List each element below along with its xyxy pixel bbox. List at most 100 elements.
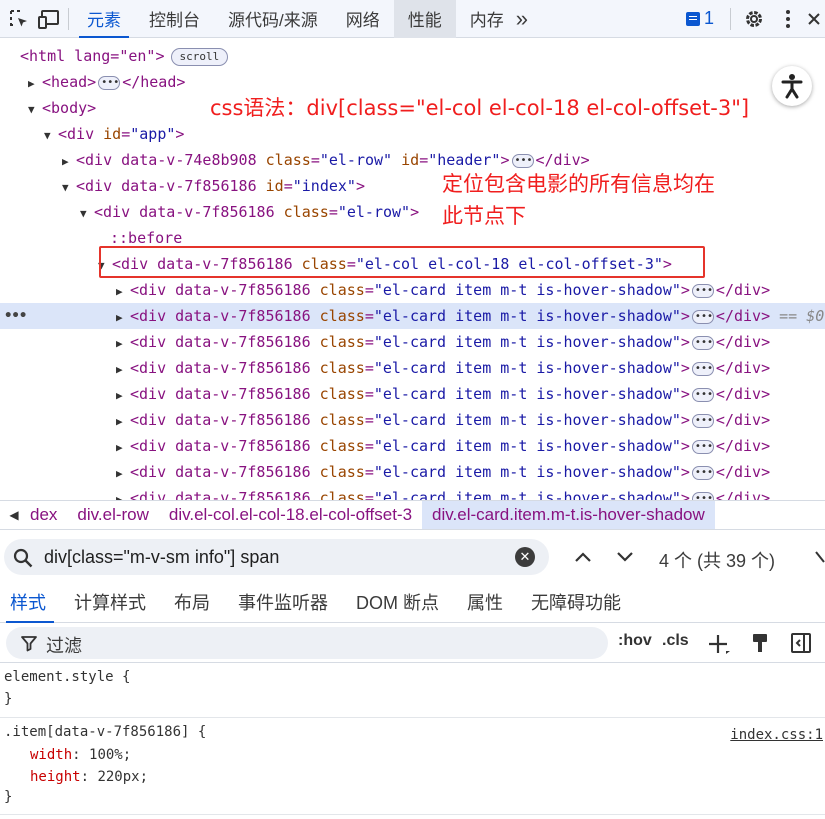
node-actions-icon[interactable]: ••• (4, 303, 27, 329)
breadcrumb: ◀ dex div.el-row div.el-col.el-col-18.el… (0, 500, 825, 530)
expand-triangle-icon[interactable]: ▶ (116, 383, 130, 409)
dom-node-card[interactable]: ▶ <div data-v-7f856186 class="el-card ite… (0, 433, 825, 461)
class-toggle-button[interactable]: .cls (662, 632, 689, 650)
ellipsis-icon[interactable] (691, 304, 714, 330)
dom-node-app[interactable]: ▼ <div id="app"> (0, 121, 825, 147)
accessibility-icon[interactable] (772, 66, 812, 106)
dom-node-card[interactable]: ▶ <div data-v-7f856186 class="el-card ite… (0, 381, 825, 409)
close-search-icon[interactable] (815, 548, 825, 566)
device-toolbar-icon[interactable] (34, 1, 64, 37)
breadcrumb-item[interactable]: div.el-col.el-col-18.el-col-offset-3 (159, 501, 422, 529)
annotation-locate-line2: 此节点下 (442, 204, 526, 228)
tab-layout[interactable]: 布局 (160, 583, 224, 623)
tab-network[interactable]: 网络 (332, 0, 394, 38)
expand-triangle-icon[interactable]: ▶ (116, 409, 130, 435)
dom-search-bar: div[class="m-v-sm info"] span ✕ 4 个 (共 3… (0, 531, 825, 583)
match-count: 4 个 (共 39 个) (659, 551, 776, 571)
rule-close-brace: } (4, 691, 13, 707)
ellipsis-icon[interactable] (511, 148, 534, 174)
annotation-css-syntax: css语法：div[class="el-col el-col-18 el-col… (210, 96, 750, 120)
toolbar-divider (68, 7, 69, 30)
tab-console[interactable]: 控制台 (135, 0, 214, 38)
ellipsis-icon[interactable] (691, 408, 714, 434)
expand-triangle-icon[interactable]: ▶ (116, 435, 130, 461)
dom-node-card[interactable]: ▶ <div data-v-7f856186 class="el-card ite… (0, 355, 825, 383)
dom-node-card[interactable]: ▶ <div data-v-7f856186 class="el-card ite… (0, 459, 825, 487)
search-input[interactable]: div[class="m-v-sm info"] span (44, 547, 279, 568)
filter-icon (21, 636, 37, 652)
tab-dom-breakpoints[interactable]: DOM 断点 (342, 583, 453, 623)
breadcrumb-item-active[interactable]: div.el-card.item.m-t.is-hover-shadow (422, 501, 715, 529)
tab-styles[interactable]: 样式 (0, 583, 60, 623)
expand-triangle-icon[interactable]: ▶ (116, 487, 130, 500)
tab-accessibility[interactable]: 无障碍功能 (517, 583, 635, 623)
item-rule-selector[interactable]: .item[data-v-7f856186] { (4, 724, 206, 740)
ellipsis-icon[interactable] (691, 434, 714, 460)
tab-properties[interactable]: 属性 (453, 583, 517, 623)
ellipsis-icon[interactable] (691, 382, 714, 408)
tab-elements[interactable]: 元素 (73, 0, 135, 38)
ellipsis-icon[interactable] (691, 278, 714, 304)
expand-triangle-icon[interactable]: ▶ (116, 357, 130, 383)
previous-match-icon[interactable] (573, 548, 593, 566)
tab-performance[interactable]: 性能 (393, 0, 456, 38)
dom-node-html[interactable]: <html lang="en"> scroll (0, 43, 825, 69)
search-icon (13, 548, 33, 568)
close-devtools-icon[interactable] (803, 1, 825, 37)
dom-node-card[interactable]: ▶ <div data-v-7f856186 class="el-card ite… (0, 277, 825, 305)
clear-search-icon[interactable]: ✕ (515, 547, 535, 567)
expand-triangle-icon[interactable]: ▶ (116, 305, 130, 331)
scroll-left-icon[interactable]: ◀ (0, 501, 28, 529)
dom-node-row[interactable]: ▼ <div data-v-7f856186 class="el-row"> (0, 199, 825, 225)
collapse-triangle-icon[interactable]: ▼ (28, 97, 42, 123)
tab-memory[interactable]: 内存 (456, 0, 510, 38)
filter-input-box[interactable] (6, 627, 608, 659)
ellipsis-icon[interactable] (691, 330, 714, 356)
collapse-triangle-icon[interactable]: ▼ (62, 175, 76, 201)
breadcrumb-item[interactable]: div.el-row (67, 501, 158, 529)
toggle-sidebar-icon[interactable] (790, 632, 812, 654)
expand-triangle-icon[interactable]: ▶ (116, 331, 130, 357)
filter-input[interactable]: 过滤 (46, 632, 82, 658)
styles-filter-bar: 过滤 :hov .cls (0, 623, 825, 663)
dom-node-card[interactable]: ▶ <div data-v-7f856186 class="el-card ite… (0, 329, 825, 357)
more-tabs-chevron-icon[interactable]: » (510, 0, 534, 38)
tab-event-listeners[interactable]: 事件监听器 (224, 583, 342, 623)
inspect-element-icon[interactable] (4, 1, 34, 37)
ellipsis-icon[interactable] (691, 486, 714, 500)
toolbar-divider (730, 7, 731, 30)
add-rule-icon[interactable] (708, 633, 732, 655)
scroll-badge[interactable]: scroll (170, 47, 229, 66)
element-style-selector[interactable]: element.style { (4, 669, 130, 685)
rule-close-brace: } (4, 789, 13, 805)
dom-node-card[interactable]: ▶ <div data-v-7f856186 class="el-card ite… (0, 407, 825, 435)
expand-triangle-icon[interactable]: ▶ (116, 461, 130, 487)
expand-triangle-icon[interactable]: ▶ (116, 279, 130, 305)
css-declaration[interactable]: height: 220px; (30, 769, 148, 785)
collapse-triangle-icon[interactable]: ▼ (80, 201, 94, 227)
issues-count: 1 (703, 8, 714, 28)
tab-sources[interactable]: 源代码/来源 (214, 0, 332, 38)
more-options-icon[interactable] (773, 1, 803, 37)
highlight-box (99, 246, 705, 278)
settings-gear-icon[interactable] (735, 1, 773, 37)
annotation-locate-line1: 定位包含电影的所有信息均在 (442, 172, 715, 196)
paint-brush-icon[interactable] (750, 632, 770, 654)
ellipsis-icon[interactable] (691, 356, 714, 382)
expand-triangle-icon[interactable]: ▶ (62, 149, 76, 175)
ellipsis-icon[interactable] (98, 70, 121, 96)
tab-computed[interactable]: 计算样式 (60, 583, 160, 623)
issues-button[interactable]: 1 (678, 8, 726, 29)
breadcrumb-item[interactable]: dex (28, 501, 67, 529)
issues-icon (685, 11, 700, 26)
expand-triangle-icon[interactable]: ▶ (28, 71, 42, 97)
ellipsis-icon[interactable] (691, 460, 714, 486)
dom-tree: <html lang="en">scroll ▶<head></head> ▼<… (0, 38, 825, 500)
dom-node-card-selected[interactable]: ••• ▶ <div data-v-7f856186 class="el-card… (0, 303, 825, 331)
stylesheet-source-link[interactable]: index.css:1 (730, 727, 823, 743)
collapse-triangle-icon[interactable]: ▼ (44, 123, 58, 149)
next-match-icon[interactable] (615, 548, 635, 566)
hover-state-button[interactable]: :hov (618, 632, 652, 650)
css-declaration[interactable]: width: 100%; (30, 747, 131, 763)
dom-node-card[interactable]: ▶ <div data-v-7f856186 class="el-card ite… (0, 485, 825, 500)
